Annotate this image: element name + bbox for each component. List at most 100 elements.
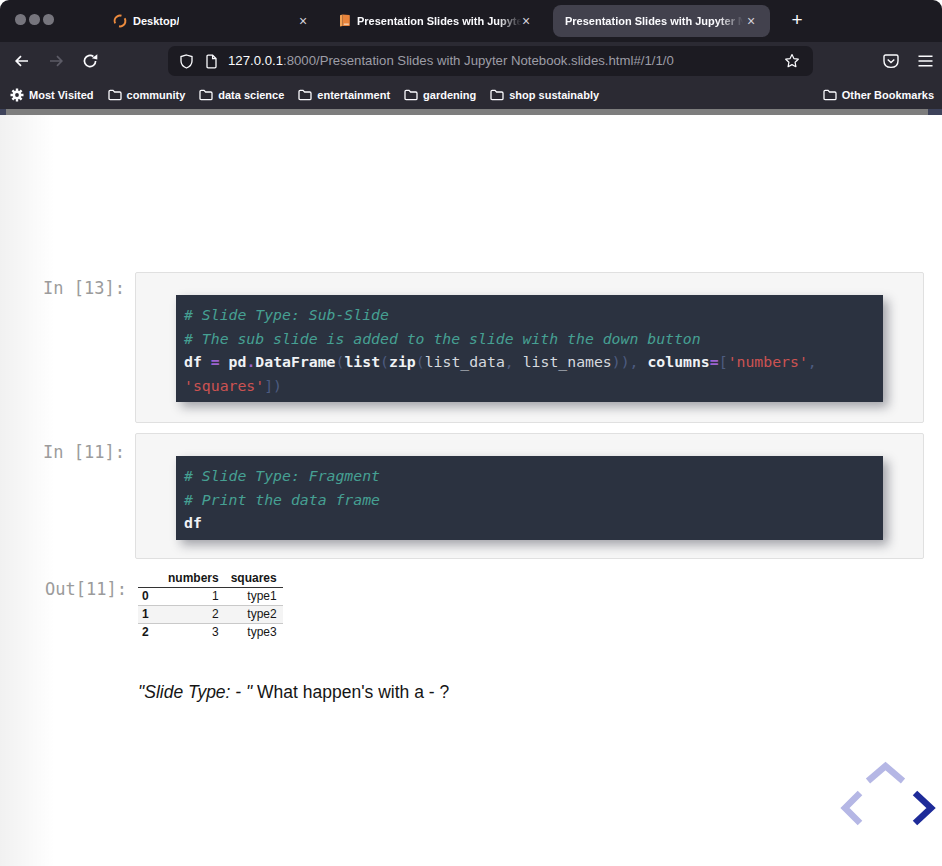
code-token-com: # Slide Type: Sub-Slide [184, 306, 389, 323]
slide-content: In [13]: # Slide Type: Sub-Slide # The su… [0, 115, 942, 866]
bookmark-label: shop sustainably [509, 89, 599, 101]
bookmark-other-bookmarks[interactable]: Other Bookmarks [823, 89, 934, 101]
folder-icon [108, 89, 122, 101]
bookmark-item-shop-sustainably[interactable]: shop sustainably [490, 89, 599, 101]
code-token-str: 'squares' [184, 377, 264, 394]
bookmark-item-most-visited[interactable]: Most Visited [10, 88, 94, 102]
tab-presentation-active[interactable]: Presentation Slides with Jupyter Not × [553, 5, 770, 37]
close-tab-icon[interactable]: × [522, 13, 530, 29]
code-token-plain: list_data [425, 353, 505, 370]
code-token-punc: , [808, 353, 817, 370]
folder-icon [823, 89, 837, 101]
code-line: df [184, 511, 875, 535]
url-text: 127.0.0.1:8000/Presentation Slides with … [228, 46, 674, 76]
folder-icon [490, 89, 504, 101]
code-token-punc: ]) [264, 377, 282, 394]
code-token-bold: pd [229, 353, 247, 370]
bookmark-item-entertainment[interactable]: entertainment [298, 89, 390, 101]
maximize-window-button[interactable] [43, 14, 54, 25]
table-cell: type3 [225, 623, 283, 641]
code-line: # The sub slide is added to the slide wi… [184, 327, 875, 351]
back-icon[interactable] [13, 53, 30, 69]
bookmark-label: Most Visited [29, 89, 94, 101]
titlebar: Desktop/ × Presentation Slides with Jupy… [0, 0, 942, 42]
shield-icon[interactable] [180, 54, 193, 69]
tab-title: Presentation Slides with Jupyter [357, 15, 525, 27]
tab-title: Presentation Slides with Jupyter Not [565, 15, 747, 27]
table-header-row: numberssquares [138, 569, 283, 587]
code-token-punc: ( [416, 353, 425, 370]
new-tab-button[interactable]: + [784, 7, 810, 33]
spinner-icon [113, 14, 127, 28]
dataframe-header: numberssquares [138, 569, 283, 587]
nav-right-arrow[interactable] [915, 793, 931, 823]
url-host: 127.0.0.1 [228, 53, 283, 68]
close-tab-icon[interactable]: × [747, 13, 755, 29]
table-cell: 3 [162, 623, 225, 641]
code-token-bold: list [344, 353, 380, 370]
close-tab-icon[interactable]: × [299, 13, 307, 29]
output-prompt: Out[11]: [45, 580, 127, 598]
page-info-icon[interactable] [205, 54, 218, 69]
pocket-icon[interactable] [883, 54, 899, 69]
bookmark-label: gardening [423, 89, 476, 101]
code-token-com: # Slide Type: Fragment [184, 467, 380, 484]
row-index: 0 [138, 587, 162, 605]
code-token-punc: , [505, 353, 523, 370]
book-icon [337, 13, 352, 28]
url-path: :8000/Presentation Slides with Jupyter N… [283, 53, 674, 68]
dataframe-body: 01 type112type223type3 [138, 587, 283, 641]
code-line: # Slide Type: Fragment [184, 464, 875, 488]
code-line: # Print the data frame [184, 488, 875, 512]
code-cell: # Slide Type: Sub-Slide # The sub slide i… [135, 272, 924, 423]
minimize-window-button[interactable] [29, 14, 40, 25]
bookmark-item-gardening[interactable]: gardening [404, 89, 476, 101]
row-index: 1 [138, 605, 162, 623]
code-token-op: = [211, 353, 220, 370]
code-token-op: = [710, 353, 719, 370]
table-row: 12type2 [138, 605, 283, 623]
reload-icon[interactable] [82, 53, 99, 69]
code-block: # Slide Type: Fragment # Print the data f… [176, 456, 883, 540]
navigation-toolbar: 127.0.0.1:8000/Presentation Slides with … [0, 42, 942, 80]
table-cell: type1 [225, 587, 283, 605]
table-row: 23type3 [138, 623, 283, 641]
forward-icon[interactable] [48, 53, 65, 69]
slide-paragraph: "Slide Type: - " What happen's with a - … [138, 681, 449, 703]
row-index: 2 [138, 623, 162, 641]
bookmark-item-data-science[interactable]: data science [199, 89, 284, 101]
code-token-bold: columns [647, 353, 709, 370]
code-token-bold: df [184, 353, 202, 370]
code-token-plain [202, 353, 211, 370]
input-prompt: In [13]: [43, 279, 125, 297]
nav-up-arrow[interactable] [868, 766, 903, 781]
table-cell: type2 [225, 605, 283, 623]
code-token-plain: list_names [523, 353, 612, 370]
folder-icon [298, 89, 312, 101]
tab-presentation-1[interactable]: Presentation Slides with Jupyter × [330, 0, 553, 42]
bookmark-label: Other Bookmarks [842, 89, 934, 101]
code-token-punc: [ [719, 353, 728, 370]
code-line: # Slide Type: Sub-Slide [184, 303, 875, 327]
code-token-com: # The sub slide is added to the slide wi… [184, 330, 701, 347]
code-token-plain [220, 353, 229, 370]
code-token-bold: DataFrame [255, 353, 335, 370]
menu-icon[interactable] [918, 55, 933, 67]
code-token-bold: df [184, 514, 202, 531]
code-token-com: # Print the data frame [184, 491, 380, 508]
code-line: 'squares']) [184, 374, 875, 398]
nav-left-arrow[interactable] [845, 793, 860, 823]
bookmark-item-community[interactable]: community [108, 89, 186, 101]
close-window-button[interactable] [15, 14, 26, 25]
code-cell: # Slide Type: Fragment # Print the data f… [135, 433, 924, 559]
gear-icon [10, 88, 24, 102]
folder-icon [199, 89, 213, 101]
folder-icon [404, 89, 418, 101]
paragraph-regular: What happen's with a - ? [257, 682, 449, 702]
bookmark-star-icon[interactable] [784, 53, 800, 69]
tab-desktop[interactable]: Desktop/ × [96, 0, 330, 42]
column-header [138, 569, 162, 587]
tab-title: Desktop/ [133, 15, 179, 27]
url-bar[interactable]: 127.0.0.1:8000/Presentation Slides with … [168, 46, 813, 76]
input-prompt: In [11]: [43, 443, 125, 461]
